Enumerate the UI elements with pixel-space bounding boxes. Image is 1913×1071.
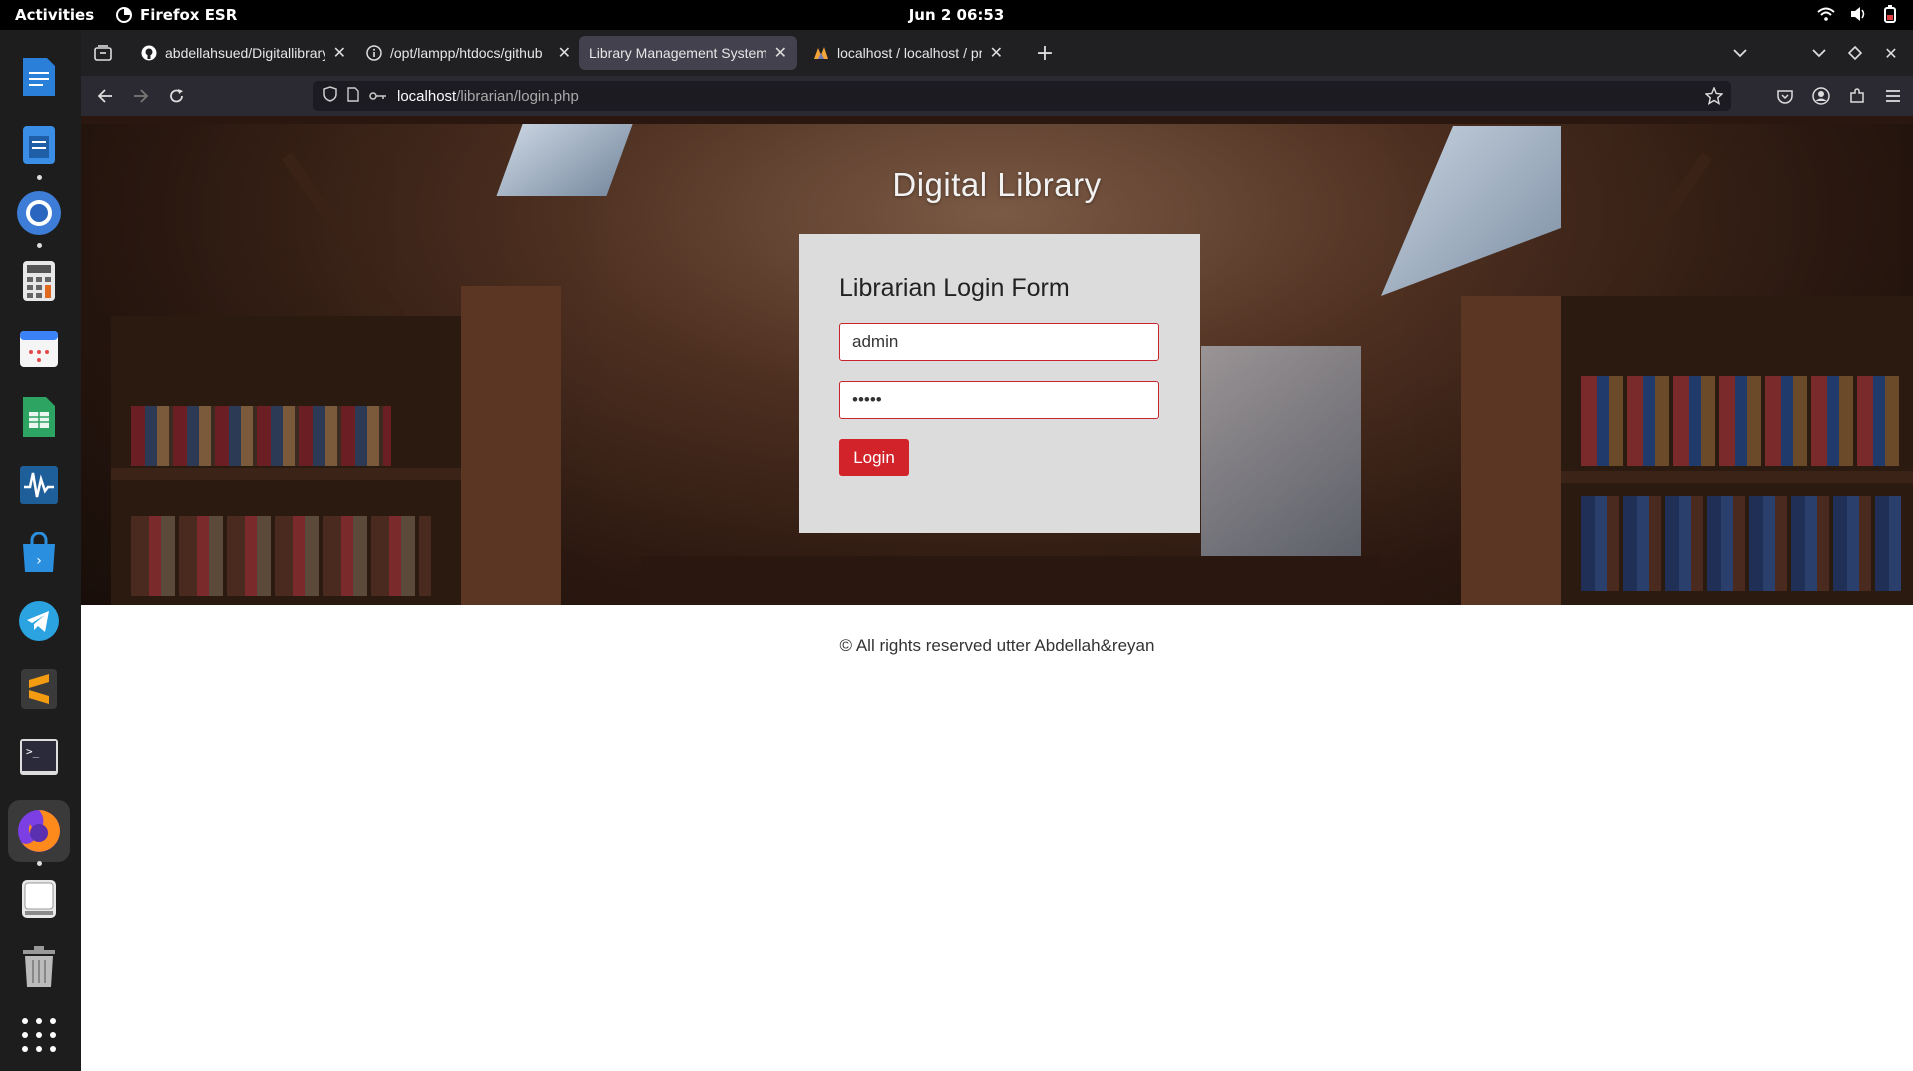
tab-label: /opt/lampp/htdocs/github [390,45,543,61]
url-text[interactable]: localhost/librarian/login.php [397,88,579,105]
calculator-icon[interactable] [8,250,70,312]
carved-pillar [1461,296,1561,605]
tab-github[interactable]: abdellahsued/Digitallibrary ✕ [131,36,356,70]
account-icon[interactable] [1809,84,1833,108]
chromium-icon[interactable] [8,182,70,248]
pocket-icon[interactable] [1773,84,1797,108]
hamburger-menu-icon[interactable] [1881,84,1905,108]
close-tab-icon[interactable]: ✕ [333,43,346,63]
shelf-plank [111,468,461,480]
skylight [1381,126,1561,296]
system-top-bar: Activities Firefox ESR Jun 2 06:53 [0,0,1913,30]
carved-pillar [461,286,561,605]
reload-icon[interactable] [165,84,189,108]
system-monitor-icon[interactable] [8,454,70,516]
text-editor-icon[interactable] [8,46,70,108]
restore-window-icon[interactable] [1843,41,1867,65]
tab-library-management[interactable]: Library Management System ✕ [579,36,797,70]
tab-label: abdellahsued/Digitallibrary [165,45,325,61]
close-tab-icon[interactable]: ✕ [990,43,1003,63]
notes-icon[interactable] [8,114,70,180]
close-window-icon[interactable]: ✕ [1879,41,1903,65]
close-tab-icon[interactable]: ✕ [558,43,571,63]
firefox-small-icon [116,7,132,23]
shelf-plank [1561,471,1913,483]
tab-overview-icon[interactable] [91,41,115,65]
dock: › >_ [0,30,81,1071]
volume-icon[interactable] [1849,5,1867,23]
info-icon [366,45,382,61]
back-bookcase [641,556,1381,605]
app-menu[interactable]: Firefox ESR [116,6,237,24]
page-info-icon[interactable] [347,86,359,106]
tab-label: localhost / localhost / proje [837,45,982,61]
url-bar[interactable]: localhost/librarian/login.php [313,81,1731,111]
firefox-icon[interactable] [8,800,70,866]
battery-icon[interactable] [1881,5,1899,23]
url-host: localhost [397,87,457,105]
window-menu-icon[interactable] [1807,41,1831,65]
clock[interactable]: Jun 2 06:53 [909,6,1005,24]
tab-htdocs[interactable]: /opt/lampp/htdocs/github ✕ [356,36,581,70]
terminal-icon[interactable]: >_ [8,726,70,788]
forward-icon[interactable] [129,84,153,108]
ceiling-beam [81,116,1913,124]
navigation-bar: localhost/librarian/login.php [81,76,1913,116]
tab-label: Library Management System [589,45,766,61]
system-tray[interactable] [1817,5,1899,23]
telegram-icon[interactable] [8,590,70,652]
footer-copyright: © All rights reserved utter Abdellah&rey… [839,636,1155,655]
key-icon[interactable] [369,88,387,105]
svg-text:>_: >_ [26,745,40,758]
github-icon [141,45,157,61]
running-indicator [36,243,42,248]
books [1581,496,1901,591]
wifi-icon[interactable] [1817,5,1835,23]
drive-icon[interactable] [8,868,70,930]
running-indicator [36,861,42,866]
close-tab-icon[interactable]: ✕ [774,43,787,63]
activities-button[interactable]: Activities [15,6,94,24]
hero-banner: Digital Library Librarian Login Form Log… [81,116,1913,605]
books [131,516,431,596]
tracking-protection-icon[interactable] [323,86,337,106]
web-page: Digital Library Librarian Login Form Log… [81,116,1913,1071]
calendar-icon[interactable] [8,318,70,380]
url-path: /librarian/login.php [456,87,579,105]
tab-bar: abdellahsued/Digitallibrary ✕ /opt/lampp… [81,30,1913,76]
books [131,406,391,466]
spreadsheet-icon[interactable] [8,386,70,448]
login-button[interactable]: Login [839,439,909,476]
site-title: Digital Library [892,166,1102,203]
tab-phpmyadmin[interactable]: localhost / localhost / proje ✕ [803,36,1013,70]
sublime-text-icon[interactable] [8,658,70,720]
phpmyadmin-icon [814,47,828,59]
running-indicator [36,175,42,180]
list-all-tabs-icon[interactable] [1728,41,1752,65]
back-window [1201,346,1361,566]
extensions-icon[interactable] [1845,84,1869,108]
app-name: Firefox ESR [140,6,238,24]
trash-icon[interactable] [8,936,70,998]
username-input[interactable] [839,323,1159,361]
form-title: Librarian Login Form [839,274,1070,302]
bookmark-star-icon[interactable] [1704,86,1724,109]
login-card: Librarian Login Form Login [799,234,1200,533]
new-tab-button[interactable]: + [1033,41,1057,66]
svg-text:›: › [36,553,42,569]
app-grid-icon[interactable] [8,1004,70,1066]
password-input[interactable] [839,381,1159,419]
app-store-icon[interactable]: › [8,522,70,584]
back-icon[interactable] [93,84,117,108]
books [1581,376,1901,466]
